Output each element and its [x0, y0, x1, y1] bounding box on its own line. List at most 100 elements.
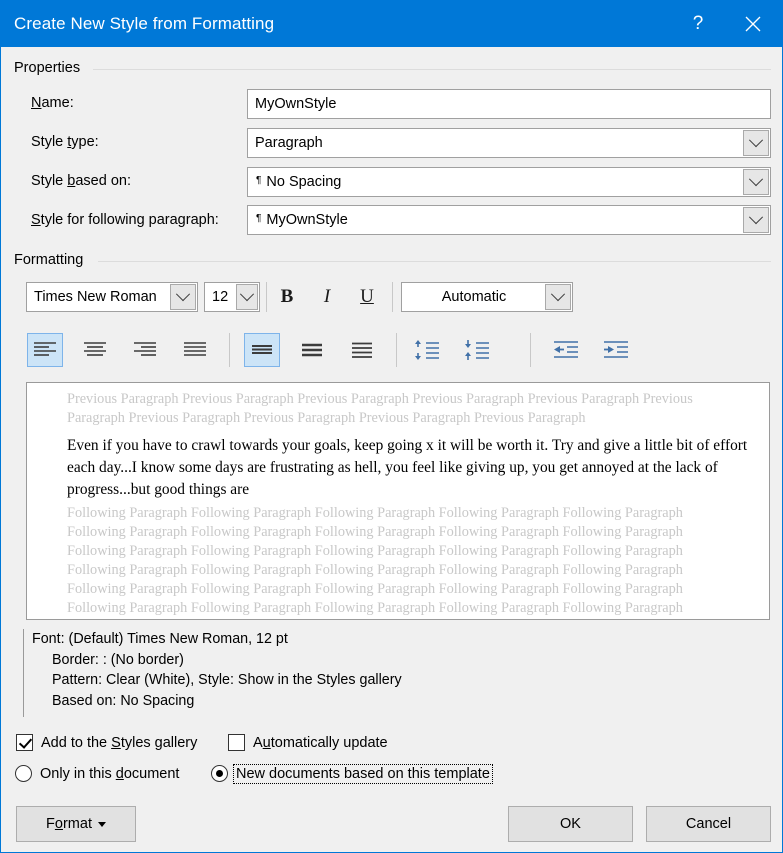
pilcrow-icon: ¶: [256, 213, 262, 224]
style-following-label: Style for following paragraph:: [31, 212, 219, 228]
style-type-value: Paragraph: [255, 135, 323, 151]
chevron-down-icon: [748, 172, 764, 187]
style-following-combo[interactable]: ¶ MyOwnStyle: [247, 205, 771, 235]
following-paragraph-line: Following Paragraph Following Paragraph …: [67, 524, 683, 540]
underline-button[interactable]: U: [352, 282, 382, 312]
name-input[interactable]: MyOwnStyle: [247, 89, 771, 119]
underline-label: U: [360, 286, 374, 307]
formatting-group-label: Formatting: [14, 252, 91, 268]
align-justify-icon: [184, 342, 206, 356]
following-paragraph-line: Following Paragraph Following Paragraph …: [67, 505, 683, 521]
format-label: Format: [46, 816, 92, 832]
align-left-button[interactable]: [27, 333, 63, 367]
new-documents-template-radio[interactable]: New documents based on this template: [211, 763, 493, 784]
font-size-combo[interactable]: 12: [204, 282, 260, 312]
sample-text: Even if you have to crawl towards your g…: [67, 437, 748, 498]
format-button[interactable]: Format: [16, 806, 136, 842]
chevron-down-icon: [550, 287, 566, 302]
only-in-this-document-radio[interactable]: Only in this document: [15, 765, 179, 782]
style-based-on-value: No Spacing: [266, 174, 342, 190]
add-to-styles-gallery-checkbox[interactable]: Add to the Styles gallery: [16, 734, 197, 751]
style-based-on-dropdown-button[interactable]: [743, 169, 769, 195]
toolbar-separator: [392, 282, 393, 312]
toolbar-separator: [266, 282, 267, 312]
decrease-paragraph-spacing-button[interactable]: [409, 333, 445, 367]
align-justify-button[interactable]: [177, 333, 213, 367]
following-paragraph-line: Following Paragraph Following Paragraph …: [67, 618, 755, 619]
line-spacing-single-button[interactable]: [244, 333, 280, 367]
automatically-update-checkbox[interactable]: Automatically update: [228, 734, 388, 751]
toolbar-separator: [229, 333, 230, 367]
pilcrow-icon: ¶: [256, 175, 262, 186]
bold-button[interactable]: B: [272, 282, 302, 312]
toolbar-separator: [396, 333, 397, 367]
following-paragraph-line: Following Paragraph Following Paragraph …: [67, 581, 683, 597]
radio-icon-selected: [211, 765, 228, 782]
properties-group-rule: [93, 69, 771, 70]
style-type-dropdown-button[interactable]: [743, 130, 769, 156]
checkbox-icon-unchecked: [228, 734, 245, 751]
automatically-update-label: Automatically update: [253, 734, 388, 751]
toolbar-separator: [530, 333, 531, 367]
bold-label: B: [280, 286, 294, 307]
style-type-label: Style type:: [31, 134, 99, 150]
style-following-value: MyOwnStyle: [266, 212, 348, 228]
line-spacing-1-5-icon: [302, 343, 322, 357]
increase-paragraph-spacing-button[interactable]: [459, 333, 495, 367]
increase-paragraph-spacing-icon: [465, 340, 489, 360]
close-icon: [745, 16, 761, 32]
preview-content: Previous Paragraph Previous Paragraph Pr…: [67, 390, 755, 619]
radio-icon-unselected: [15, 765, 32, 782]
previous-paragraph-line: Previous Paragraph Previous Paragraph Pr…: [67, 391, 693, 407]
style-based-on-label: Style based on:: [31, 173, 131, 189]
decrease-indent-button[interactable]: [548, 333, 584, 367]
line-spacing-1-5-button[interactable]: [294, 333, 330, 367]
font-family-dropdown-button[interactable]: [170, 284, 196, 310]
increase-indent-icon: [604, 341, 628, 358]
font-family-combo[interactable]: Times New Roman: [26, 282, 198, 312]
chevron-down-icon: [748, 210, 764, 225]
decrease-indent-icon: [554, 341, 578, 358]
line-spacing-double-button[interactable]: [344, 333, 380, 367]
style-following-dropdown-button[interactable]: [743, 207, 769, 233]
font-family-value: Times New Roman: [34, 289, 157, 305]
font-color-dropdown-button[interactable]: [545, 284, 571, 310]
description-line-font: Font: (Default) Times New Roman, 12 pt: [32, 631, 288, 647]
ok-button[interactable]: OK: [508, 806, 633, 842]
following-paragraph-line: Following Paragraph Following Paragraph …: [67, 600, 683, 616]
checkbox-icon-checked: [16, 734, 33, 751]
help-button[interactable]: ?: [675, 1, 721, 47]
close-button[interactable]: [730, 1, 776, 47]
only-in-this-document-label: Only in this document: [40, 765, 180, 782]
style-type-combo[interactable]: Paragraph: [247, 128, 771, 158]
align-left-icon: [34, 342, 56, 356]
align-right-button[interactable]: [127, 333, 163, 367]
description-line-border: Border: : (No border): [52, 651, 184, 668]
style-following-value-wrap: ¶ MyOwnStyle: [256, 212, 348, 228]
font-size-dropdown-button[interactable]: [236, 284, 258, 310]
caret-down-icon: [97, 821, 106, 827]
dialog-title: Create New Style from Formatting: [14, 14, 275, 33]
italic-label: I: [323, 286, 331, 307]
chevron-down-icon: [239, 287, 255, 302]
style-based-on-combo[interactable]: ¶ No Spacing: [247, 167, 771, 197]
line-spacing-single-icon: [252, 345, 272, 354]
style-description: Font: (Default) Times New Roman, 12 pt B…: [23, 629, 623, 717]
cancel-button[interactable]: Cancel: [646, 806, 771, 842]
following-paragraph-block: Following Paragraph Following Paragraph …: [67, 504, 755, 619]
description-line-pattern: Pattern: Clear (White), Style: Show in t…: [52, 672, 402, 688]
new-documents-template-label: New documents based on this template: [233, 763, 493, 784]
italic-button[interactable]: I: [312, 282, 342, 312]
description-line-based-on: Based on: No Spacing: [52, 692, 195, 709]
add-to-styles-gallery-label: Add to the Styles gallery: [41, 734, 198, 751]
title-bar: Create New Style from Formatting ?: [1, 1, 782, 47]
name-input-value: MyOwnStyle: [255, 96, 337, 112]
align-center-button[interactable]: [77, 333, 113, 367]
decrease-paragraph-spacing-icon: [415, 340, 439, 360]
font-color-combo[interactable]: Automatic: [401, 282, 573, 312]
formatting-group-rule: [98, 261, 771, 262]
increase-indent-button[interactable]: [598, 333, 634, 367]
create-new-style-dialog: Create New Style from Formatting ? Prope…: [0, 0, 783, 853]
following-paragraph-line: Following Paragraph Following Paragraph …: [67, 543, 683, 559]
chevron-down-icon: [748, 133, 764, 148]
